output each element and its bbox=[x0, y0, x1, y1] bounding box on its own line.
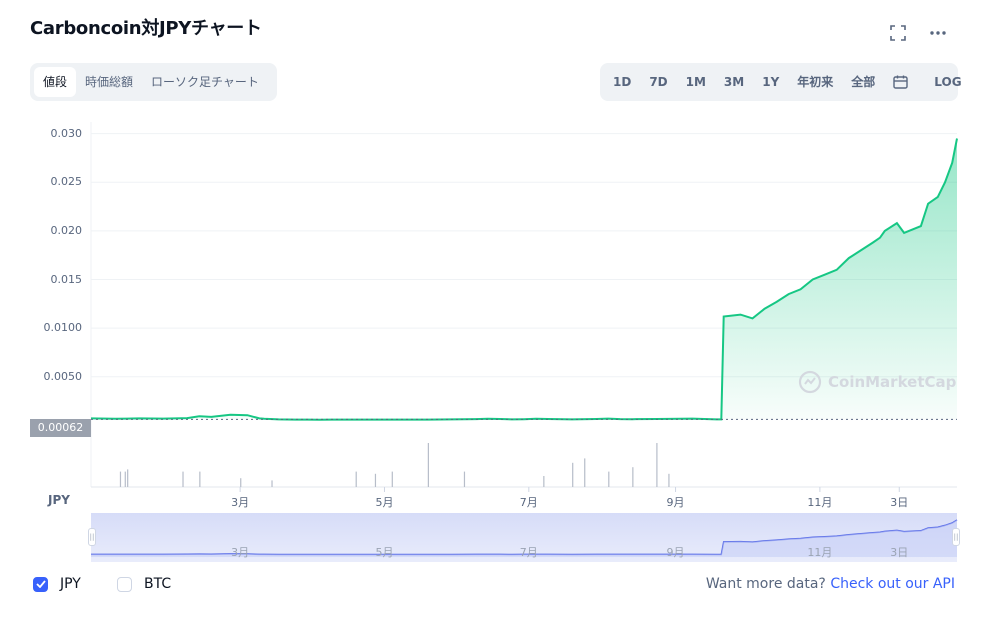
navigator-right-handle[interactable]: || bbox=[952, 528, 960, 546]
api-promo: Want more data? Check out our API bbox=[706, 576, 955, 592]
x-tick-label: 11月 bbox=[807, 496, 833, 509]
volume-bar bbox=[199, 471, 201, 487]
volume-bar bbox=[127, 469, 129, 487]
volume-bar bbox=[668, 473, 670, 487]
time-range-selector: 1D 7D 1M 3M 1Y 年初来 全部 LOG bbox=[600, 63, 962, 101]
current-price-label: 0.00062 bbox=[30, 419, 91, 437]
axis-unit-label: JPY bbox=[48, 493, 70, 507]
legend-btc-label: BTC bbox=[144, 576, 172, 592]
y-tick-label: 0.015 bbox=[50, 272, 83, 286]
range-7d[interactable]: 7D bbox=[640, 67, 676, 97]
y-tick-label: 0.020 bbox=[50, 223, 83, 237]
navigator-left-handle[interactable]: || bbox=[88, 528, 96, 546]
volume-bar bbox=[572, 462, 574, 487]
log-scale-toggle[interactable]: LOG bbox=[925, 67, 970, 97]
y-tick-label: 0.0050 bbox=[43, 369, 83, 383]
watermark-text: CoinMarketCap bbox=[828, 373, 957, 391]
more-options-icon[interactable] bbox=[927, 22, 949, 44]
volume-bar bbox=[182, 471, 184, 487]
navigator-tick-label: 3日 bbox=[890, 546, 909, 559]
coinmarketcap-logo-icon bbox=[798, 370, 822, 394]
volume-bar bbox=[632, 467, 634, 487]
navigator-tick-label: 3月 bbox=[231, 546, 250, 559]
x-tick-label: 7月 bbox=[519, 496, 538, 509]
calendar-icon[interactable] bbox=[884, 67, 917, 97]
navigator-tick-label: 11月 bbox=[807, 546, 833, 559]
range-1d[interactable]: 1D bbox=[604, 67, 640, 97]
volume-bar bbox=[355, 471, 357, 487]
volume-bar bbox=[391, 471, 393, 487]
navigator-tick-label: 7月 bbox=[519, 546, 538, 559]
tab-candlestick[interactable]: ローソク足チャート bbox=[142, 67, 268, 97]
chart-title: Carboncoin対JPYチャート bbox=[30, 18, 262, 39]
legend-jpy-label: JPY bbox=[60, 576, 81, 592]
range-3m[interactable]: 3M bbox=[715, 67, 753, 97]
tab-price[interactable]: 値段 bbox=[34, 67, 77, 97]
api-promo-text: Want more data? bbox=[705, 576, 826, 592]
api-link[interactable]: Check out our API bbox=[830, 576, 955, 592]
checkbox-checked-icon[interactable] bbox=[33, 576, 48, 592]
chart-type-tabs: 値段 時価総額 ローソク足チャート bbox=[30, 63, 277, 101]
volume-bar bbox=[374, 473, 377, 487]
volume-bar bbox=[271, 480, 273, 487]
y-tick-label: 0.025 bbox=[50, 175, 83, 189]
y-tick-label: 0.0100 bbox=[43, 321, 83, 335]
range-all[interactable]: 全部 bbox=[842, 67, 884, 97]
x-tick-label: 9月 bbox=[666, 496, 685, 509]
range-ytd[interactable]: 年初来 bbox=[788, 67, 842, 97]
legend-jpy[interactable]: JPY bbox=[33, 576, 81, 592]
volume-bar bbox=[543, 476, 545, 487]
y-tick-label: 0.030 bbox=[50, 126, 83, 140]
legend-btc[interactable]: BTC bbox=[117, 576, 171, 592]
range-1m[interactable]: 1M bbox=[677, 67, 715, 97]
tab-market-cap[interactable]: 時価総額 bbox=[76, 67, 142, 97]
volume-bar bbox=[240, 478, 242, 487]
volume-bar bbox=[584, 458, 586, 487]
volume-bar bbox=[124, 471, 126, 487]
checkbox-unchecked-icon[interactable] bbox=[117, 576, 132, 592]
navigator-tick-label: 9月 bbox=[666, 546, 685, 559]
navigator-tick-label: 5月 bbox=[375, 546, 394, 559]
volume-bar bbox=[608, 471, 610, 487]
volume-bar bbox=[427, 443, 429, 487]
volume-bar bbox=[463, 471, 466, 487]
x-tick-label: 3月 bbox=[231, 496, 250, 509]
fullscreen-icon[interactable] bbox=[887, 22, 909, 44]
range-1y[interactable]: 1Y bbox=[753, 67, 788, 97]
volume-bar bbox=[656, 443, 658, 487]
volume-bar bbox=[119, 471, 122, 487]
x-tick-label: 3日 bbox=[890, 496, 909, 509]
x-tick-label: 5月 bbox=[375, 496, 394, 509]
watermark: CoinMarketCap bbox=[798, 370, 956, 394]
